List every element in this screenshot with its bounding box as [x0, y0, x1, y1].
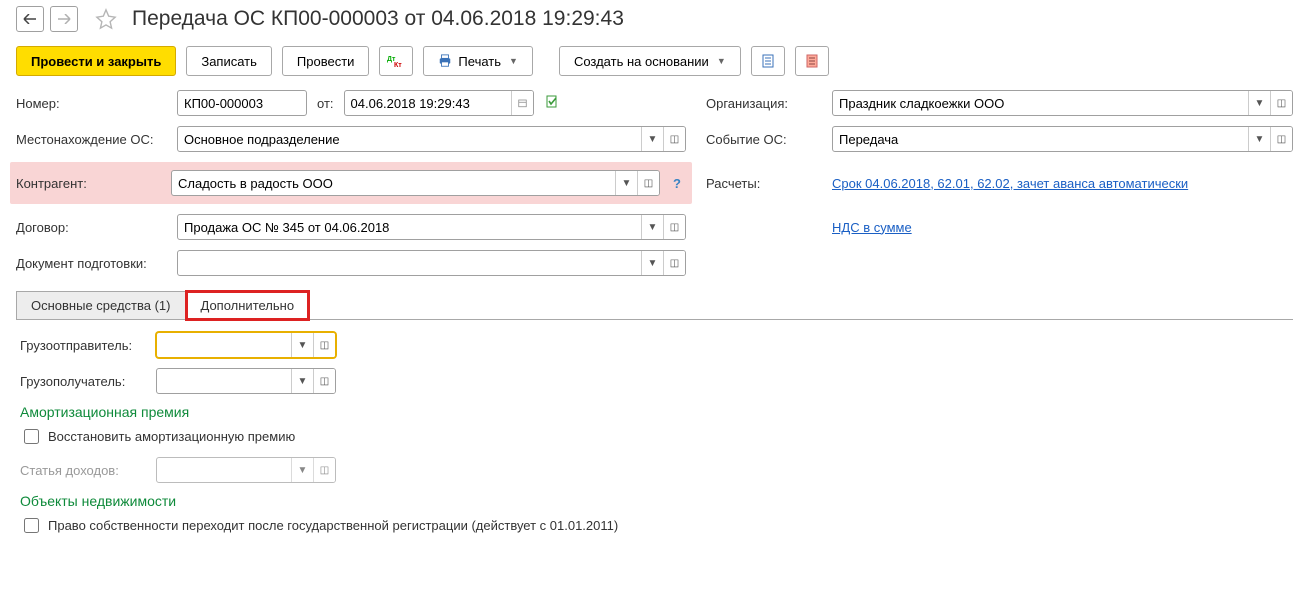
- ownership-checkbox[interactable]: [24, 518, 39, 533]
- open-button[interactable]: ◫: [313, 458, 335, 482]
- income-label: Статья доходов:: [20, 463, 150, 478]
- printer-icon: [438, 54, 452, 68]
- contract-label: Договор:: [16, 220, 171, 235]
- arrow-left-icon: [23, 14, 37, 24]
- org-field[interactable]: ▼ ◫: [832, 90, 1293, 116]
- tab-strip: Основные средства (1) Дополнительно: [16, 290, 1293, 320]
- post-button[interactable]: Провести: [282, 46, 370, 76]
- create-based-button[interactable]: Создать на основании ▼: [559, 46, 741, 76]
- help-icon[interactable]: ?: [668, 174, 686, 192]
- from-label: от:: [317, 96, 334, 111]
- contract-field[interactable]: ▼ ◫: [177, 214, 686, 240]
- open-button[interactable]: ◫: [1270, 127, 1292, 151]
- receiver-field[interactable]: ▼ ◫: [156, 368, 336, 394]
- dt-kt-button[interactable]: ДтКт: [379, 46, 413, 76]
- post-and-close-button[interactable]: Провести и закрыть: [16, 46, 176, 76]
- ownership-label: Право собственности переходит после госу…: [48, 518, 618, 533]
- calendar-button[interactable]: [511, 91, 533, 115]
- income-field[interactable]: ▼ ◫: [156, 457, 336, 483]
- open-button[interactable]: ◫: [637, 171, 659, 195]
- prepdoc-field[interactable]: ▼ ◫: [177, 250, 686, 276]
- settlements-link[interactable]: Срок 04.06.2018, 62.01, 62.02, зачет ава…: [832, 176, 1188, 191]
- org-label: Организация:: [706, 96, 826, 111]
- nav-back-button[interactable]: [16, 6, 44, 32]
- open-button[interactable]: ◫: [663, 251, 685, 275]
- nav-forward-button[interactable]: [50, 6, 78, 32]
- open-button[interactable]: ◫: [313, 333, 335, 357]
- section-amortization: Амортизационная премия: [20, 404, 1289, 420]
- status-flag-icon[interactable]: [546, 95, 560, 112]
- restore-amort-label: Восстановить амортизационную премию: [48, 429, 295, 444]
- dropdown-button[interactable]: ▼: [291, 333, 313, 357]
- dropdown-button[interactable]: ▼: [615, 171, 637, 195]
- restore-amort-checkbox[interactable]: [24, 429, 39, 444]
- counterparty-label: Контрагент:: [16, 176, 165, 191]
- open-button[interactable]: ◫: [663, 127, 685, 151]
- dropdown-button[interactable]: ▼: [641, 215, 663, 239]
- number-label: Номер:: [16, 96, 171, 111]
- prepdoc-label: Документ подготовки:: [16, 256, 171, 271]
- page-title: Передача ОС КП00-000003 от 04.06.2018 19…: [132, 7, 624, 31]
- sender-label: Грузоотправитель:: [20, 338, 150, 353]
- sender-field[interactable]: ▼ ◫: [156, 332, 336, 358]
- dropdown-button[interactable]: ▼: [291, 458, 313, 482]
- chevron-down-icon: ▼: [717, 56, 726, 66]
- document-icon: [761, 54, 775, 68]
- chevron-down-icon: ▼: [509, 56, 518, 66]
- open-button[interactable]: ◫: [1270, 91, 1292, 115]
- form-grid: Номер: от: Организация: ▼ ◫ Местонахожде…: [16, 90, 1293, 276]
- event-label: Событие ОС:: [706, 132, 826, 147]
- date-field[interactable]: [344, 90, 534, 116]
- header-bar: Передача ОС КП00-000003 от 04.06.2018 19…: [16, 0, 1293, 42]
- dropdown-button[interactable]: ▼: [1248, 127, 1270, 151]
- event-field[interactable]: ▼ ◫: [832, 126, 1293, 152]
- favorite-star-icon[interactable]: [94, 7, 118, 31]
- dropdown-button[interactable]: ▼: [641, 251, 663, 275]
- location-field[interactable]: ▼ ◫: [177, 126, 686, 152]
- location-label: Местонахождение ОС:: [16, 132, 171, 147]
- list-icon: [805, 54, 819, 68]
- report-button[interactable]: [751, 46, 785, 76]
- settlements-label: Расчеты:: [706, 176, 826, 191]
- list-button[interactable]: [795, 46, 829, 76]
- tab-additional[interactable]: Дополнительно: [186, 291, 310, 320]
- toolbar: Провести и закрыть Записать Провести ДтК…: [16, 42, 1293, 90]
- vat-link[interactable]: НДС в сумме: [832, 220, 912, 235]
- open-button[interactable]: ◫: [663, 215, 685, 239]
- number-field[interactable]: [177, 90, 307, 116]
- tab-content-additional: Грузоотправитель: ▼ ◫ Грузополучатель: ▼…: [16, 320, 1293, 558]
- print-button[interactable]: Печать ▼: [423, 46, 533, 76]
- arrow-right-icon: [57, 14, 71, 24]
- calendar-icon: [518, 97, 527, 109]
- counterparty-field[interactable]: ▼ ◫: [171, 170, 660, 196]
- receiver-label: Грузополучатель:: [20, 374, 150, 389]
- dropdown-button[interactable]: ▼: [291, 369, 313, 393]
- dropdown-button[interactable]: ▼: [641, 127, 663, 151]
- save-button[interactable]: Записать: [186, 46, 272, 76]
- open-button[interactable]: ◫: [313, 369, 335, 393]
- tab-fixed-assets[interactable]: Основные средства (1): [16, 291, 186, 320]
- dropdown-button[interactable]: ▼: [1248, 91, 1270, 115]
- section-realty: Объекты недвижимости: [20, 493, 1289, 509]
- dt-kt-icon: ДтКт: [387, 54, 405, 68]
- svg-text:Кт: Кт: [394, 62, 402, 68]
